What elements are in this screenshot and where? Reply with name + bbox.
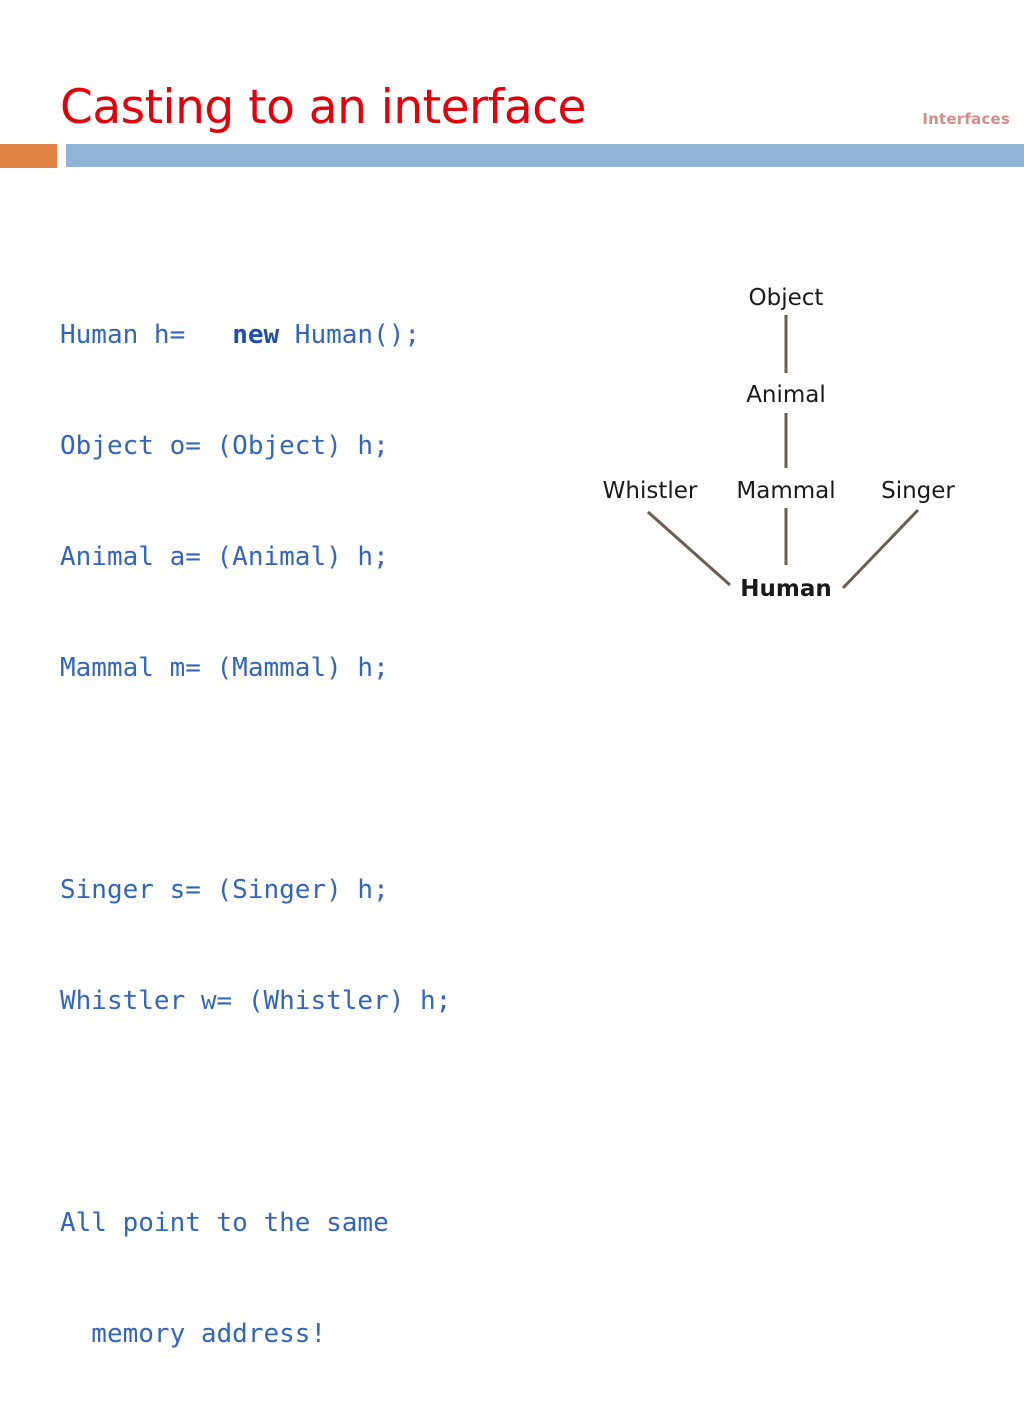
connector-singer-human bbox=[841, 508, 920, 590]
diagram-node-singer: Singer bbox=[881, 478, 955, 504]
code-line-3: Animal a= (Animal) h; bbox=[60, 542, 389, 572]
diagram-node-whistler: Whistler bbox=[602, 478, 698, 504]
code-line-6: Singer s= (Singer) h; bbox=[60, 875, 389, 905]
code-line-1-post: Human(); bbox=[279, 320, 421, 350]
accent-bar-decoration bbox=[66, 144, 1024, 167]
diagram-node-human: Human bbox=[740, 576, 832, 602]
code-line-4: Mammal m= (Mammal) h; bbox=[60, 653, 389, 683]
code-line-1-pre: Human h= bbox=[60, 320, 233, 350]
code-line-1: Human h= new Human(); bbox=[60, 317, 451, 354]
diagram-node-animal: Animal bbox=[746, 382, 826, 408]
diagram-node-mammal: Mammal bbox=[736, 478, 836, 504]
accent-square-decoration bbox=[0, 144, 57, 168]
header-section-tag: Interfaces bbox=[922, 110, 1010, 128]
code-line-blank-1 bbox=[60, 761, 451, 798]
code-line-10: memory address! bbox=[60, 1319, 327, 1349]
code-line-7: Whistler w= (Whistler) h; bbox=[60, 986, 452, 1016]
code-keyword-new: new bbox=[232, 320, 280, 350]
code-line-2: Object o= (Object) h; bbox=[60, 431, 389, 461]
code-line-9: All point to the same bbox=[60, 1208, 389, 1238]
connector-whistler-human bbox=[647, 510, 731, 587]
diagram-connectors bbox=[647, 315, 920, 590]
page-title: Casting to an interface bbox=[60, 80, 586, 135]
class-hierarchy-diagram: Object Animal Mammal Whistler Singer Hum… bbox=[580, 265, 1010, 615]
slide: Casting to an interface Interfaces Human… bbox=[0, 0, 1024, 1349]
code-block: Human h= new Human(); Object o= (Object)… bbox=[60, 243, 451, 1427]
diagram-node-object: Object bbox=[748, 285, 824, 311]
code-line-blank-2 bbox=[60, 1094, 451, 1131]
